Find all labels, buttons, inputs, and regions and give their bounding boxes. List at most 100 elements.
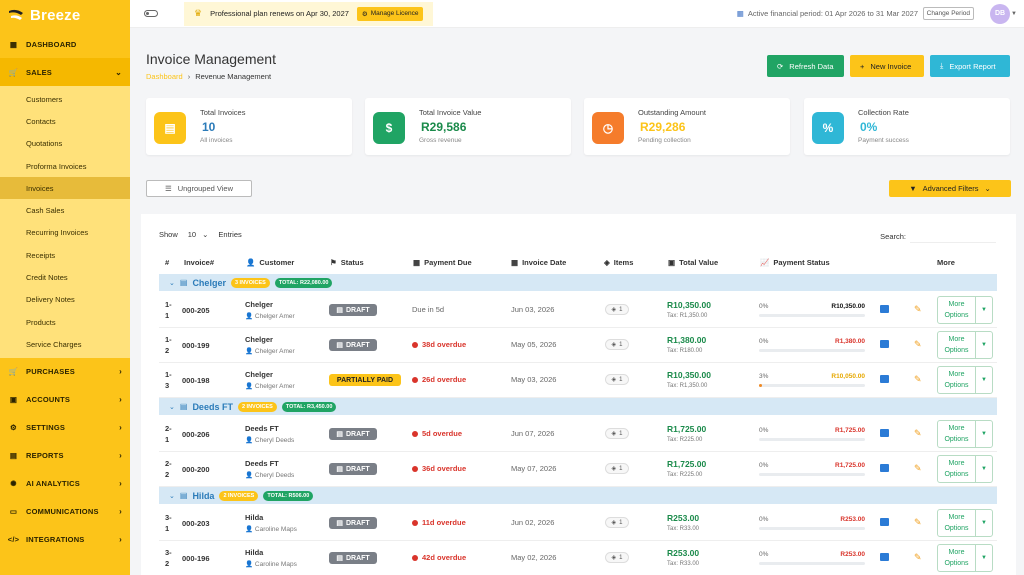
sidebar-item-ai-analytics[interactable]: ✺ AI ANALYTICS › [0, 470, 130, 498]
chevron-down-icon: ⌄ [169, 492, 175, 500]
col-status[interactable]: ⚑ Status [330, 258, 364, 267]
chevron-down-icon[interactable]: ▼ [1011, 11, 1017, 17]
edit-icon[interactable]: ✎ [914, 463, 922, 474]
payment-due-label: Due in 5d [412, 305, 445, 314]
advanced-filters-button[interactable]: ▼ Advanced Filters ⌄ [889, 180, 1011, 197]
change-period-button[interactable]: Change Period [922, 7, 974, 20]
more-options-button[interactable]: More Options ▼ [937, 544, 993, 572]
sidebar-item-reports[interactable]: ▤ REPORTS › [0, 442, 130, 470]
more-options-button[interactable]: More Options ▼ [937, 420, 993, 448]
invoice-table-panel: Show 10 ⌄ Entries Search: # Invoice# 👤 Cu… [141, 214, 1016, 575]
sidebar-subitem-customers[interactable]: Customers [0, 88, 130, 110]
percent-icon: % [812, 112, 844, 144]
sidebar-subitem-cash-sales[interactable]: Cash Sales [0, 199, 130, 221]
clock-icon: ◷ [592, 112, 624, 144]
chevron-down-icon[interactable]: ▼ [976, 545, 992, 571]
breadcrumb: Dashboard › Revenue Management [146, 72, 271, 81]
edit-icon[interactable]: ✎ [914, 428, 922, 439]
sidebar-item-settings[interactable]: ⚙ SETTINGS › [0, 414, 130, 442]
report-icon: ▤ [9, 451, 18, 461]
view-icon[interactable] [880, 429, 889, 437]
sidebar-subitem-delivery-notes[interactable]: Delivery Notes [0, 289, 130, 311]
topbar: ♛ Professional plan renews on Apr 30, 20… [130, 0, 1024, 28]
invoice-number[interactable]: 000-199 [182, 341, 210, 350]
view-icon[interactable] [880, 518, 889, 526]
group-header[interactable]: ⌄ ▤ Hilda 2 INVOICES TOTAL: R506.00 [159, 487, 997, 504]
col-payment-status[interactable]: 📈 Payment Status [760, 258, 830, 267]
invoice-number[interactable]: 000-198 [182, 376, 210, 385]
chevron-down-icon[interactable]: ▼ [976, 456, 992, 482]
box-icon: ◈ [611, 466, 617, 472]
chevron-down-icon[interactable]: ▼ [976, 332, 992, 358]
col-customer[interactable]: 👤 Customer [246, 258, 294, 267]
view-icon[interactable] [880, 464, 889, 472]
sidebar-item-dashboard[interactable]: ▦ DASHBOARD [0, 30, 130, 58]
sidebar-item-accounts[interactable]: ▣ ACCOUNTS › [0, 386, 130, 414]
invoice-number[interactable]: 000-203 [182, 519, 210, 528]
col-label: Invoice Date [522, 258, 567, 267]
outstanding-amount: R10,350.00 [831, 303, 865, 310]
sidebar-item-label: PURCHASES [26, 367, 75, 377]
view-icon[interactable] [880, 305, 889, 313]
edit-icon[interactable]: ✎ [914, 374, 922, 385]
payment-percent: 0% [759, 516, 769, 523]
chevron-down-icon[interactable]: ▼ [976, 367, 992, 393]
sidebar-item-communications[interactable]: ▭ COMMUNICATIONS › [0, 498, 130, 526]
more-options-button[interactable]: More Options ▼ [937, 296, 993, 324]
sidebar-item-purchases[interactable]: 🛒 PURCHASES › [0, 358, 130, 386]
edit-icon[interactable]: ✎ [914, 304, 922, 315]
invoice-number[interactable]: 000-200 [182, 465, 210, 474]
sidebar-subitem-proforma-invoices[interactable]: Proforma Invoices [0, 155, 130, 177]
col-items[interactable]: ◈ Items [604, 258, 633, 267]
edit-icon[interactable]: ✎ [914, 552, 922, 563]
chevron-down-icon: ⌄ [169, 403, 175, 411]
row-number: 1-1 [165, 300, 172, 320]
sidebar-subitem-contacts[interactable]: Contacts [0, 110, 130, 132]
col-payment-due[interactable]: ▦ Payment Due [413, 258, 472, 267]
view-icon[interactable] [880, 553, 889, 561]
invoice-number[interactable]: 000-196 [182, 554, 210, 563]
sidebar-subitem-receipts[interactable]: Receipts [0, 244, 130, 266]
refresh-data-button[interactable]: ⟳ Refresh Data [767, 55, 844, 77]
group-header[interactable]: ⌄ ▤ Deeds FT 2 INVOICES TOTAL: R3,450.00 [159, 398, 997, 415]
total-value: R10,350.00 [667, 300, 711, 310]
col-invoice[interactable]: Invoice# [184, 258, 214, 267]
ungrouped-view-button[interactable]: ☰ Ungrouped View [146, 180, 252, 197]
more-options-button[interactable]: More Options ▼ [937, 331, 993, 359]
brand[interactable]: Breeze [0, 0, 130, 30]
more-options-button[interactable]: More Options ▼ [937, 366, 993, 394]
sidebar-item-sales[interactable]: 🛒 SALES ⌄ [0, 58, 130, 86]
search-input[interactable] [910, 230, 996, 243]
view-icon[interactable] [880, 375, 889, 383]
entries-select[interactable]: 10 ⌄ [184, 230, 213, 239]
invoice-date: Jun 03, 2026 [511, 305, 555, 314]
export-report-button[interactable]: ⤓ Export Report [930, 55, 1010, 77]
manage-licence-button[interactable]: ⚙ Manage Licence [356, 6, 424, 21]
col-total-value[interactable]: ▣ Total Value [668, 258, 718, 267]
payment-progress-bar [759, 527, 865, 530]
group-header[interactable]: ⌄ ▤ Chelger 3 INVOICES TOTAL: R22,080.00 [159, 274, 997, 291]
invoice-number[interactable]: 000-206 [182, 430, 210, 439]
chevron-down-icon[interactable]: ▼ [976, 421, 992, 447]
edit-icon[interactable]: ✎ [914, 339, 922, 350]
avatar[interactable]: DB [990, 3, 1010, 24]
sidebar-subitem-products[interactable]: Products [0, 311, 130, 333]
edit-icon[interactable]: ✎ [914, 517, 922, 528]
col-invoice-date[interactable]: ▦ Invoice Date [511, 258, 566, 267]
sidebar-subitem-service-charges[interactable]: Service Charges [0, 333, 130, 355]
sidebar-toggle[interactable] [144, 10, 158, 17]
breadcrumb-root[interactable]: Dashboard [146, 72, 183, 81]
sidebar-item-integrations[interactable]: </> INTEGRATIONS › [0, 526, 130, 554]
sidebar-subitem-recurring-invoices[interactable]: Recurring Invoices [0, 222, 130, 244]
sidebar-subitem-credit-notes[interactable]: Credit Notes [0, 266, 130, 288]
customer-name: Chelger [245, 370, 273, 379]
more-options-button[interactable]: More Options ▼ [937, 509, 993, 537]
more-options-button[interactable]: More Options ▼ [937, 455, 993, 483]
new-invoice-button[interactable]: + New Invoice [850, 55, 924, 77]
sidebar-subitem-quotations[interactable]: Quotations [0, 133, 130, 155]
sidebar-subitem-invoices[interactable]: Invoices [0, 177, 130, 200]
chevron-down-icon[interactable]: ▼ [976, 297, 992, 323]
view-icon[interactable] [880, 340, 889, 348]
invoice-number[interactable]: 000-205 [182, 306, 210, 315]
chevron-down-icon[interactable]: ▼ [976, 510, 992, 536]
